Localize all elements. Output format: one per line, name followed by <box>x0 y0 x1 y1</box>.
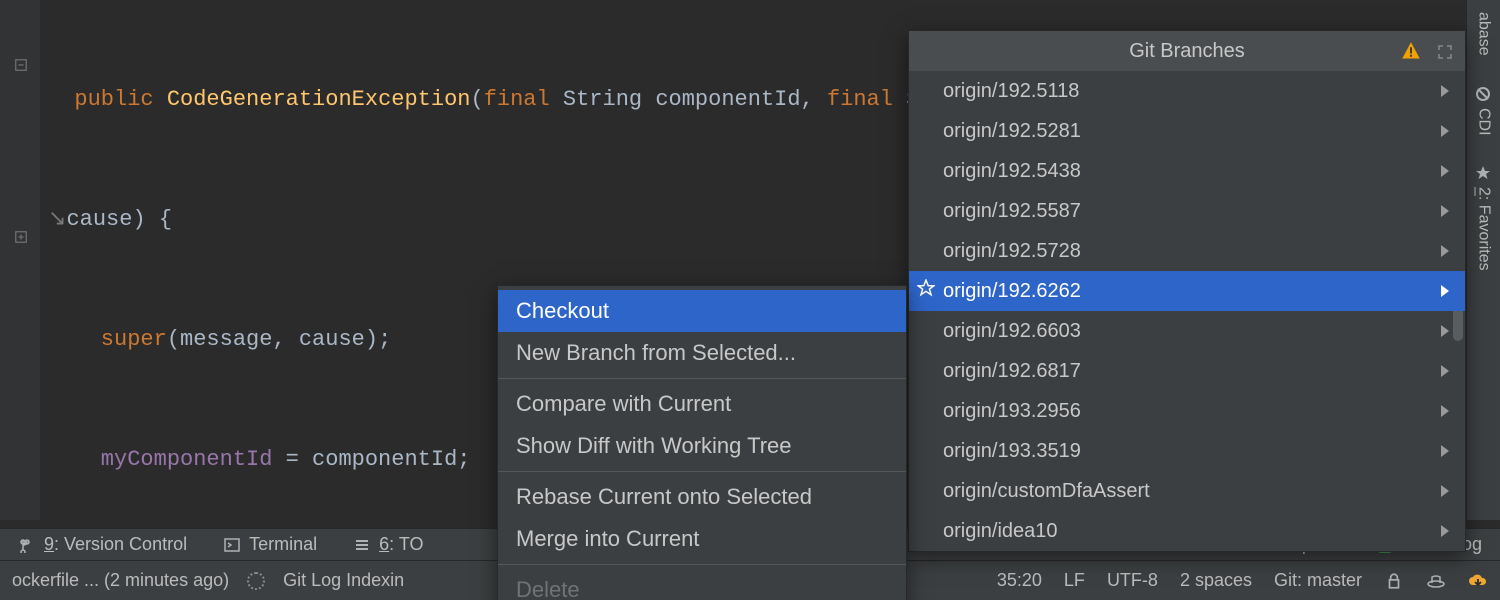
tab-favorites-label: 2: Favorites <box>1475 187 1493 271</box>
git-branches-title-text: Git Branches <box>1129 40 1245 63</box>
status-indent[interactable]: 2 spaces <box>1180 570 1252 591</box>
branch-item[interactable]: origin/192.6817 <box>909 351 1465 391</box>
tool-version-control[interactable]: 9: Version Control <box>0 529 205 560</box>
branch-item[interactable]: origin/idea10 <box>909 511 1465 551</box>
submenu-arrow-icon <box>1441 280 1451 303</box>
list-icon <box>353 536 371 554</box>
branch-label: origin/192.5281 <box>943 120 1081 143</box>
inspector-icon[interactable] <box>1426 571 1446 591</box>
status-encoding[interactable]: UTF-8 <box>1107 570 1158 591</box>
git-branches-title: Git Branches <box>909 31 1465 71</box>
wrap-continuation-icon: ↘ <box>48 207 66 232</box>
cdi-icon <box>1476 86 1492 102</box>
status-cursor[interactable]: 35:20 <box>997 570 1042 591</box>
branch-label: origin/192.6603 <box>943 320 1081 343</box>
star-icon <box>1476 165 1492 181</box>
branch-item[interactable]: origin/193.3519 <box>909 431 1465 471</box>
tab-cdi-label: CDI <box>1475 108 1493 136</box>
fold-toggle-icon[interactable] <box>14 58 28 72</box>
branch-label: origin/192.5438 <box>943 160 1081 183</box>
git-branches-popup: Git Branches origin/192.5118origin/192.5… <box>908 30 1466 552</box>
submenu-arrow-icon <box>1441 400 1451 423</box>
context-menu-item[interactable]: Show Diff with Working Tree <box>498 425 906 467</box>
status-commit-info: ockerfile ... (2 minutes ago) <box>12 570 229 591</box>
branch-label: origin/idea10 <box>943 520 1058 543</box>
branch-icon <box>18 536 36 554</box>
context-menu-item: Delete <box>498 569 906 600</box>
star-outline-icon <box>917 279 935 303</box>
tool-terminal-label: Terminal <box>249 534 317 555</box>
spinner-icon <box>247 572 265 590</box>
submenu-arrow-icon <box>1441 440 1451 463</box>
branch-label: origin/192.5587 <box>943 200 1081 223</box>
branch-item[interactable]: origin/192.5728 <box>909 231 1465 271</box>
context-menu-item[interactable]: Checkout <box>498 290 906 332</box>
tab-favorites[interactable]: 2: Favorites <box>1471 159 1497 277</box>
submenu-arrow-icon <box>1441 520 1451 543</box>
context-menu-item[interactable]: Merge into Current <box>498 518 906 560</box>
context-menu-item[interactable]: Compare with Current <box>498 383 906 425</box>
branch-label: origin/customDfaAssert <box>943 480 1150 503</box>
fold-expand-icon[interactable] <box>14 230 28 244</box>
menu-separator <box>498 378 906 379</box>
branch-label: origin/192.6817 <box>943 360 1081 383</box>
branch-item[interactable]: origin/192.6262 <box>909 271 1465 311</box>
context-menu-item[interactable]: Rebase Current onto Selected <box>498 476 906 518</box>
branch-list[interactable]: origin/192.5118 origin/192.5281 origin/192… <box>909 71 1465 551</box>
tool-todo[interactable]: 6: TO <box>335 529 441 560</box>
tab-database[interactable]: abase <box>1471 6 1497 62</box>
branch-label: origin/193.3519 <box>943 440 1081 463</box>
branch-item[interactable]: origin/customDfaAssert <box>909 471 1465 511</box>
tab-database-label: abase <box>1475 12 1493 56</box>
branch-label: origin/192.5118 <box>943 80 1079 103</box>
branch-item[interactable]: origin/193.2956 <box>909 391 1465 431</box>
branch-item[interactable]: origin/192.5438 <box>909 151 1465 191</box>
terminal-icon <box>223 536 241 554</box>
status-indexing: Git Log Indexin <box>283 570 404 591</box>
branch-label: origin/192.5728 <box>943 240 1081 263</box>
tab-cdi[interactable]: CDI <box>1471 80 1497 142</box>
submenu-arrow-icon <box>1441 80 1451 103</box>
branch-label: origin/192.6262 <box>943 280 1081 303</box>
submenu-arrow-icon <box>1441 160 1451 183</box>
submenu-arrow-icon <box>1441 240 1451 263</box>
context-menu-item[interactable]: New Branch from Selected... <box>498 332 906 374</box>
tool-version-control-label: 9: Version Control <box>44 534 187 555</box>
submenu-arrow-icon <box>1441 200 1451 223</box>
branch-item[interactable]: origin/192.5281 <box>909 111 1465 151</box>
branch-item[interactable]: origin/192.6603 <box>909 311 1465 351</box>
branch-context-menu: CheckoutNew Branch from Selected... Compa… <box>497 285 907 600</box>
submenu-arrow-icon <box>1441 320 1451 343</box>
tool-todo-label: 6: TO <box>379 534 423 555</box>
branch-label: origin/193.2956 <box>943 400 1081 423</box>
branch-item[interactable]: origin/192.5587 <box>909 191 1465 231</box>
branch-item[interactable]: origin/192.5118 <box>909 71 1465 111</box>
warning-icon[interactable] <box>1401 41 1421 67</box>
expand-icon[interactable] <box>1437 43 1453 66</box>
lock-icon[interactable] <box>1384 571 1404 591</box>
update-available-icon[interactable] <box>1468 571 1488 591</box>
tool-terminal[interactable]: Terminal <box>205 529 335 560</box>
menu-separator <box>498 564 906 565</box>
status-git-branch[interactable]: Git: master <box>1274 570 1362 591</box>
submenu-arrow-icon <box>1441 480 1451 503</box>
right-tool-tabs: abase CDI 2: Favorites <box>1466 0 1500 520</box>
submenu-arrow-icon <box>1441 120 1451 143</box>
editor-gutter <box>0 0 40 520</box>
menu-separator <box>498 471 906 472</box>
status-line-ending[interactable]: LF <box>1064 570 1085 591</box>
submenu-arrow-icon <box>1441 360 1451 383</box>
